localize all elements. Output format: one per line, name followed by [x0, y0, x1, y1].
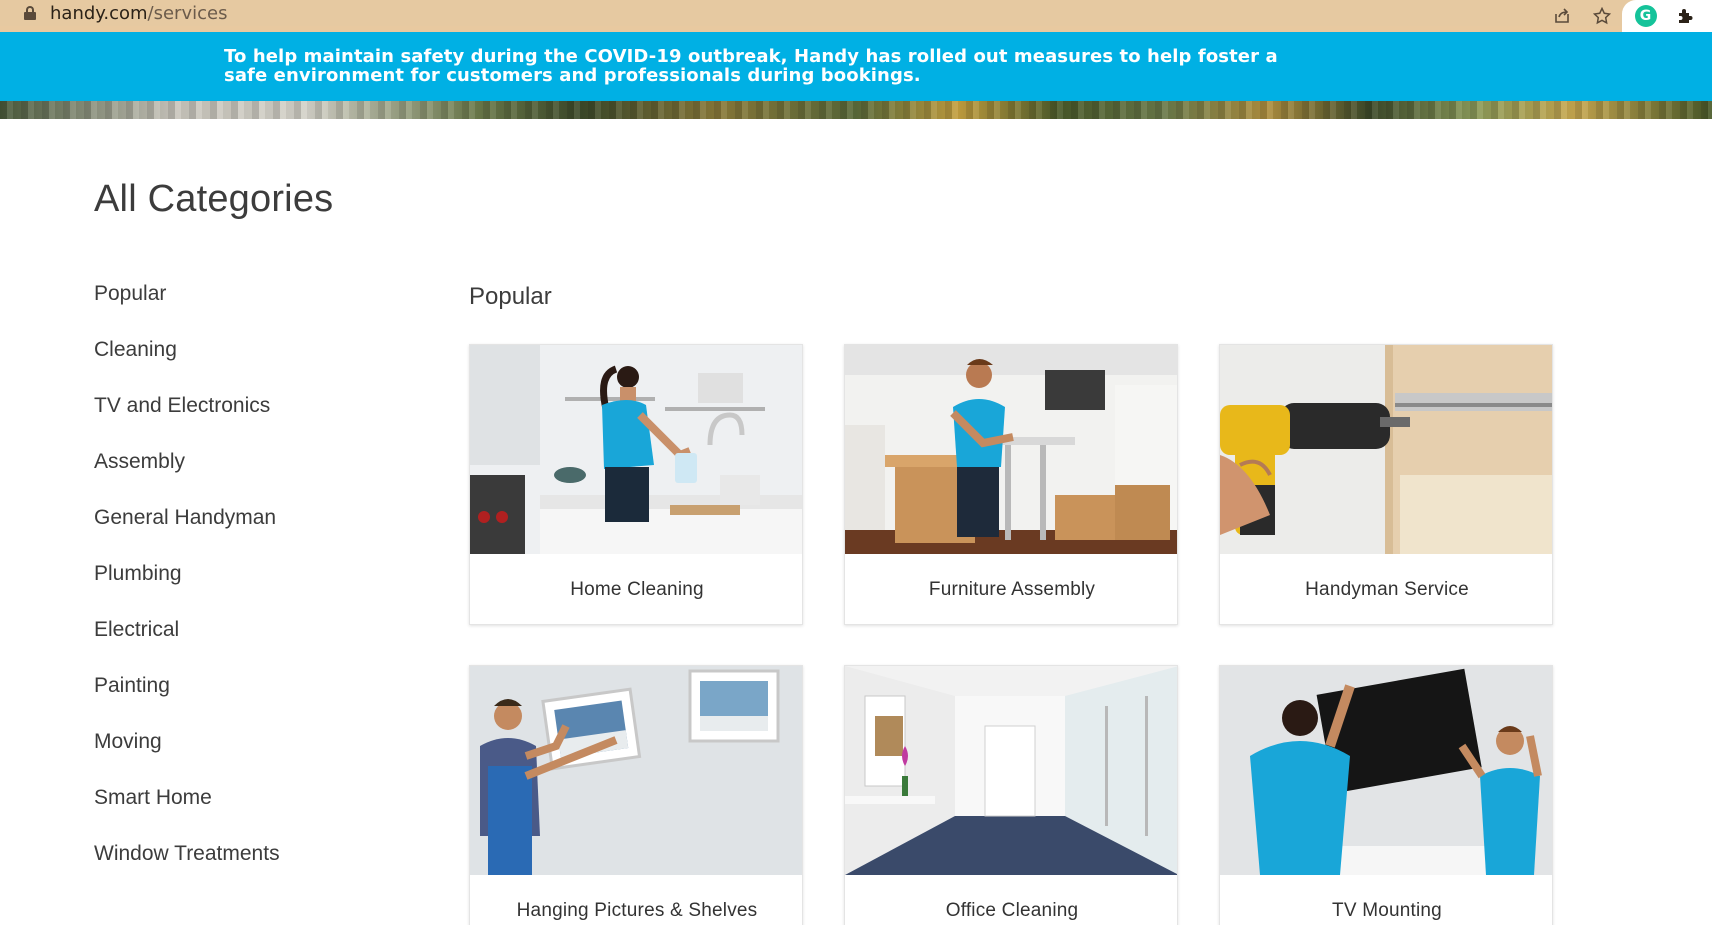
service-card-label: TV Mounting: [1332, 900, 1442, 921]
category-item-painting[interactable]: Painting: [94, 672, 394, 728]
lock-icon[interactable]: [24, 6, 36, 20]
service-card-label: Handyman Service: [1305, 579, 1469, 600]
category-item-smart-home[interactable]: Smart Home: [94, 784, 394, 840]
category-item-moving[interactable]: Moving: [94, 728, 394, 784]
category-item-cleaning[interactable]: Cleaning: [94, 336, 394, 392]
url-path: /services: [147, 2, 228, 24]
service-card-hanging-pictures-shelves[interactable]: Hanging Pictures & Shelves: [469, 665, 803, 925]
extensions-icon[interactable]: [1670, 0, 1700, 32]
furniture-assembly-photo: [845, 345, 1177, 554]
category-nav: Popular Cleaning TV and Electronics Asse…: [94, 280, 394, 896]
hanging-pictures-photo: [470, 666, 802, 875]
service-card-handyman-service[interactable]: Handyman Service: [1219, 344, 1553, 625]
covid-banner: To help maintain safety during the COVID…: [0, 32, 1712, 101]
category-item-plumbing[interactable]: Plumbing: [94, 560, 394, 616]
home-cleaning-photo: [470, 345, 802, 554]
service-card-tv-mounting[interactable]: TV Mounting: [1219, 665, 1553, 925]
category-item-popular[interactable]: Popular: [94, 280, 394, 336]
service-card-home-cleaning[interactable]: Home Cleaning: [469, 344, 803, 625]
service-card-label: Office Cleaning: [945, 900, 1079, 921]
url-host: handy.com: [50, 2, 148, 24]
url-field[interactable]: handy.com/services: [0, 0, 1632, 26]
grammarly-icon[interactable]: G: [1634, 5, 1657, 27]
section-title: Popular: [469, 283, 552, 310]
handyman-service-photo: [1220, 345, 1552, 554]
page-title: All Categories: [94, 178, 334, 220]
browser-address-bar: handy.com/services G: [0, 0, 1712, 32]
hero-image: [0, 101, 1712, 119]
service-card-office-cleaning[interactable]: Office Cleaning: [844, 665, 1178, 925]
category-item-tv-and-electronics[interactable]: TV and Electronics: [94, 392, 394, 448]
tv-mounting-photo: [1220, 666, 1552, 875]
category-item-window-treatments[interactable]: Window Treatments: [94, 840, 394, 896]
service-card-furniture-assembly[interactable]: Furniture Assembly: [844, 344, 1178, 625]
share-icon[interactable]: [1542, 0, 1582, 32]
service-card-label: Furniture Assembly: [928, 579, 1096, 600]
office-cleaning-photo: [845, 666, 1177, 875]
covid-banner-text: To help maintain safety during the COVID…: [224, 46, 1278, 86]
category-item-general-handyman[interactable]: General Handyman: [94, 504, 394, 560]
category-item-electrical[interactable]: Electrical: [94, 616, 394, 672]
service-card-label: Hanging Pictures & Shelves: [516, 900, 758, 921]
category-item-assembly[interactable]: Assembly: [94, 448, 394, 504]
star-icon[interactable]: [1582, 0, 1622, 32]
service-card-label: Home Cleaning: [570, 579, 704, 600]
